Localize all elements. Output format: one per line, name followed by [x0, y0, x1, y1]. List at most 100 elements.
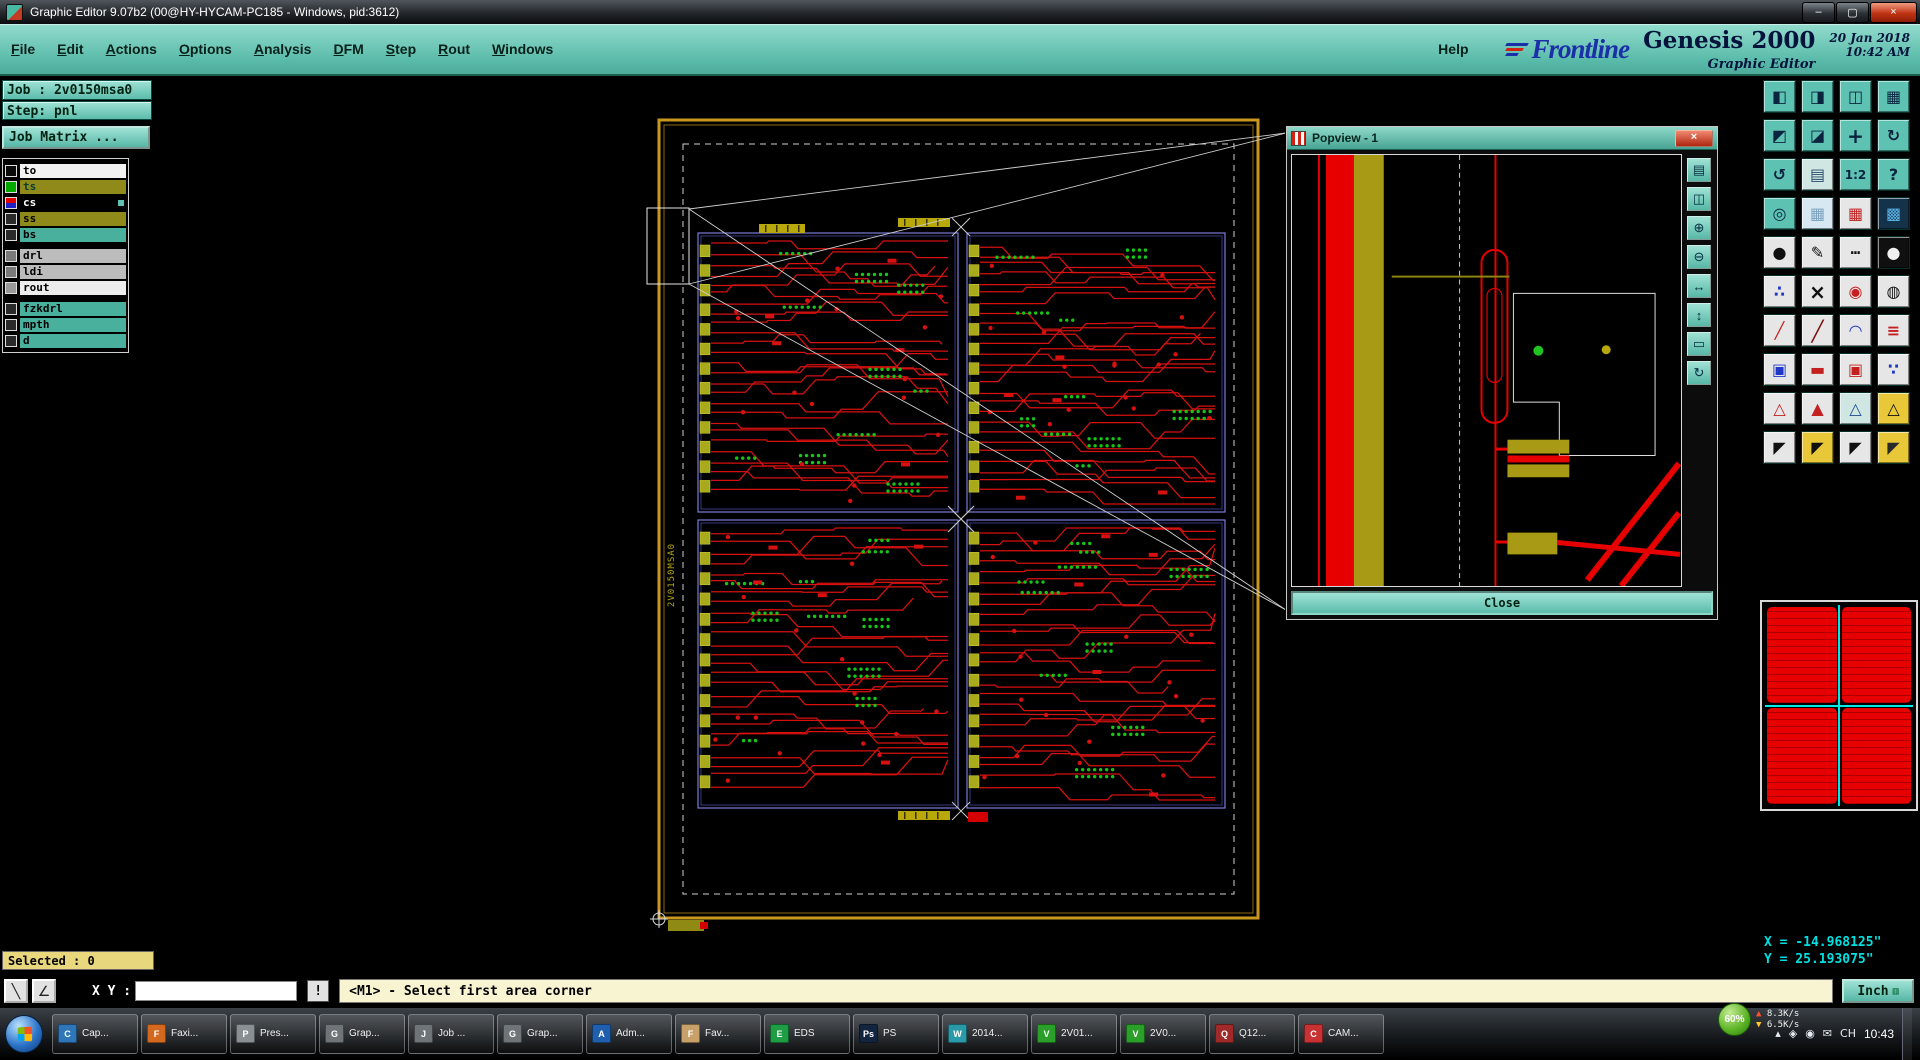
net-speed-widget[interactable]: 60% ▲ 8.3K/s ▼ 6.5K/s	[1718, 1003, 1799, 1036]
tray-language-icon[interactable]: CH	[1840, 1027, 1856, 1040]
layer-name[interactable]: cs	[20, 195, 126, 210]
layer-name[interactable]: fzkdrl	[20, 301, 126, 316]
taskbar-item[interactable]: C CAM...	[1298, 1013, 1384, 1054]
pan-cross-icon[interactable]: +	[1839, 119, 1872, 152]
zoom-area-icon[interactable]: ◪	[1801, 119, 1834, 152]
cursor-pick-icon[interactable]: ◤	[1839, 431, 1872, 464]
taskbar-item[interactable]: Ps PS	[853, 1013, 939, 1054]
taskbar-item[interactable]: E EDS	[764, 1013, 850, 1054]
layer-name[interactable]: mpth	[20, 317, 126, 332]
layer-visibility-checkbox[interactable]	[5, 164, 17, 177]
menu-item-help[interactable]: Help	[1427, 37, 1479, 61]
overview-thumbnail[interactable]	[1760, 600, 1918, 811]
taskbar-item[interactable]: A Adm...	[586, 1013, 672, 1054]
triangle-bold-icon[interactable]: ▲	[1801, 392, 1834, 425]
layer-row-bs[interactable]: bs	[5, 227, 126, 242]
show-desktop-button[interactable]	[1902, 1007, 1912, 1060]
menu-item-options[interactable]: Options	[168, 37, 243, 61]
taskbar-item[interactable]: C Cap...	[52, 1013, 138, 1054]
line-red-thick-icon[interactable]: ╱	[1801, 314, 1834, 347]
layer-name[interactable]: to	[20, 163, 126, 178]
layer-visibility-checkbox[interactable]	[5, 249, 17, 262]
taskbar-item[interactable]: P Pres...	[230, 1013, 316, 1054]
pad-round-icon[interactable]: ●	[1763, 236, 1796, 269]
ring-red-icon[interactable]: ◉	[1839, 275, 1872, 308]
grid-dark-icon[interactable]: ▩	[1877, 197, 1910, 230]
points2-blue-icon[interactable]: ∵	[1877, 353, 1910, 386]
measure-icon[interactable]: ◎	[1763, 197, 1796, 230]
taskbar-item[interactable]: Q Q12...	[1209, 1013, 1295, 1054]
layer-name[interactable]: drl	[20, 248, 126, 263]
layer-row-ss[interactable]: ss	[5, 211, 126, 226]
taskbar-item[interactable]: V 2V0...	[1120, 1013, 1206, 1054]
cursor-select-icon[interactable]: ◤	[1763, 431, 1796, 464]
layer-row-drl[interactable]: drl	[5, 248, 126, 263]
pv-frame-icon[interactable]: ▭	[1687, 332, 1711, 356]
menu-item-analysis[interactable]: Analysis	[243, 37, 323, 61]
layer-visibility-checkbox[interactable]	[5, 334, 17, 347]
memory-ball[interactable]: 60%	[1718, 1003, 1751, 1036]
dashed-line-icon[interactable]: ┅	[1839, 236, 1872, 269]
layer-visibility-checkbox[interactable]	[5, 228, 17, 241]
frame-blue-icon[interactable]: ▣	[1763, 353, 1796, 386]
square-red-icon[interactable]: ▣	[1839, 353, 1872, 386]
layer-visibility-checkbox[interactable]	[5, 196, 17, 209]
pv-refresh-icon[interactable]: ↻	[1687, 361, 1711, 385]
pv-pan-v-icon[interactable]: ↕	[1687, 303, 1711, 327]
grid-light-icon[interactable]: ▦	[1801, 197, 1834, 230]
job-matrix-button[interactable]: Job Matrix ...	[2, 126, 150, 149]
pv-print-icon[interactable]: ▤	[1687, 158, 1711, 182]
pv-window-icon[interactable]: ◫	[1687, 187, 1711, 211]
layer-visibility-checkbox[interactable]	[5, 318, 17, 331]
draw-pencil-icon[interactable]: ✎	[1801, 236, 1834, 269]
zoom-corner-icon[interactable]: ◩	[1763, 119, 1796, 152]
taskbar-item[interactable]: F Faxi...	[141, 1013, 227, 1054]
layer-row-to[interactable]: to	[5, 163, 126, 178]
taskbar-item[interactable]: F Fav...	[675, 1013, 761, 1054]
triangle-outline-icon[interactable]: △	[1763, 392, 1796, 425]
menu-item-step[interactable]: Step	[375, 37, 427, 61]
menu-item-actions[interactable]: Actions	[95, 37, 168, 61]
popview-close-icon[interactable]: ×	[1675, 129, 1713, 147]
view-pane-right-icon[interactable]: ◨	[1801, 80, 1834, 113]
angle-mode-icon[interactable]: ∠	[32, 979, 56, 1003]
help-q-icon[interactable]: ?	[1877, 158, 1910, 191]
redraw-icon[interactable]: ↻	[1877, 119, 1910, 152]
popview-canvas[interactable]	[1291, 154, 1682, 587]
lines-red-icon[interactable]: ≡	[1877, 314, 1910, 347]
view-pane-left-icon[interactable]: ◧	[1763, 80, 1796, 113]
layer-row-cs[interactable]: cs	[5, 195, 126, 210]
minimize-button[interactable]: –	[1802, 1, 1835, 23]
taskbar-item[interactable]: W 2014...	[942, 1013, 1028, 1054]
taskbar-item[interactable]: J Job ...	[408, 1013, 494, 1054]
pad-black-icon[interactable]: ◍	[1877, 275, 1910, 308]
points-blue-icon[interactable]: ∴	[1763, 275, 1796, 308]
menu-item-dfm[interactable]: DFM	[322, 37, 374, 61]
bar-red-icon[interactable]: ▬	[1801, 353, 1834, 386]
arc-blue-icon[interactable]: ◠	[1839, 314, 1872, 347]
layer-row-fzkdrl[interactable]: fzkdrl	[5, 301, 126, 316]
layer-visibility-checkbox[interactable]	[5, 281, 17, 294]
cursor-select-alt-icon[interactable]: ◤	[1801, 431, 1834, 464]
cursor-pick-alt-icon[interactable]: ◤	[1877, 431, 1910, 464]
layer-row-rout[interactable]: rout	[5, 280, 126, 295]
layer-name[interactable]: bs	[20, 227, 126, 242]
close-button[interactable]: ×	[1870, 1, 1917, 23]
popview-close-button[interactable]: Close	[1291, 591, 1713, 615]
popview-titlebar[interactable]: Popview - 1 ×	[1287, 127, 1717, 150]
start-button[interactable]	[5, 1014, 43, 1053]
units-button[interactable]: Inch ▥	[1842, 979, 1914, 1003]
layer-row-ldi[interactable]: ldi	[5, 264, 126, 279]
pv-zoom-out-icon[interactable]: ⊖	[1687, 245, 1711, 269]
layer-name[interactable]: ss	[20, 211, 126, 226]
view-grid-icon[interactable]: ▦	[1877, 80, 1910, 113]
menu-item-windows[interactable]: Windows	[481, 37, 564, 61]
delete-cross-icon[interactable]: ×	[1801, 275, 1834, 308]
line-red-icon[interactable]: ╱	[1763, 314, 1796, 347]
menu-item-rout[interactable]: Rout	[427, 37, 481, 61]
pv-zoom-in-icon[interactable]: ⊕	[1687, 216, 1711, 240]
view-split-icon[interactable]: ◫	[1839, 80, 1872, 113]
taskbar-item[interactable]: G Grap...	[319, 1013, 405, 1054]
layer-visibility-checkbox[interactable]	[5, 265, 17, 278]
menu-item-file[interactable]: File	[0, 37, 46, 61]
